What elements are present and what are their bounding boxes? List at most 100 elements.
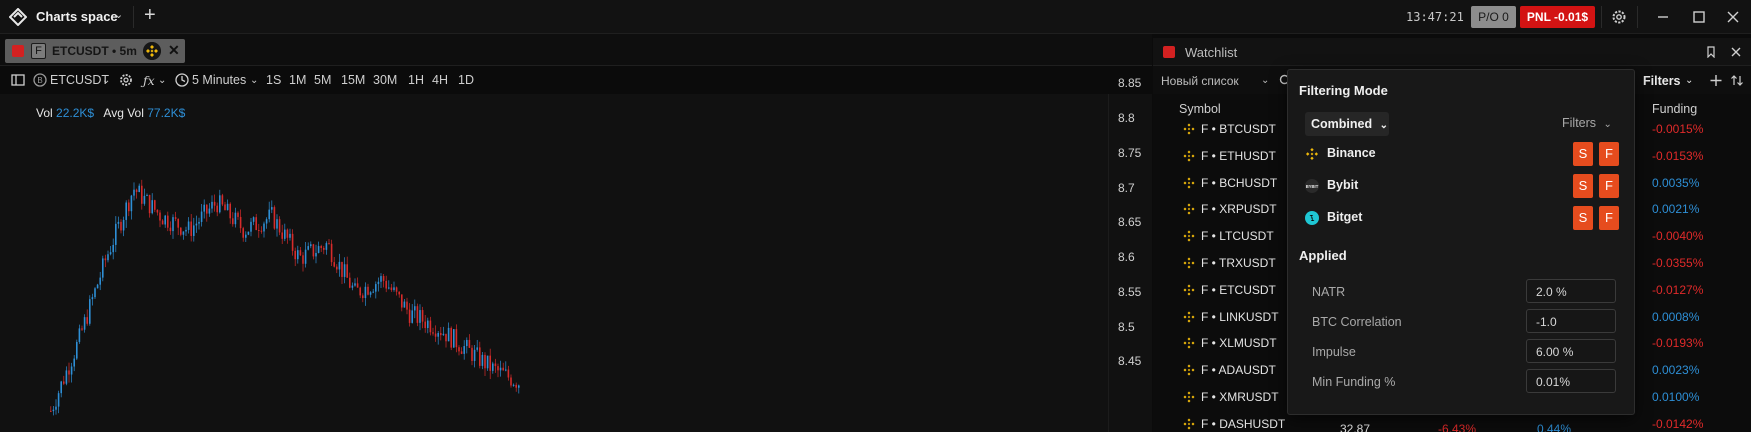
candle-body xyxy=(499,367,502,371)
chevron-down-icon[interactable]: ⌄ xyxy=(158,75,166,86)
candle-body xyxy=(359,287,361,296)
timeframe-15m[interactable]: 15M xyxy=(341,73,365,87)
binance-icon xyxy=(1183,203,1195,215)
mode-dropdown[interactable]: Combined ⌄ xyxy=(1305,112,1389,136)
candle-body xyxy=(364,286,367,299)
candle-body xyxy=(432,332,434,334)
futures-toggle-button[interactable]: F xyxy=(1599,174,1619,198)
candle-body xyxy=(185,229,187,232)
candle-body xyxy=(250,221,252,232)
candle-body xyxy=(172,217,174,232)
timeframe-1s[interactable]: 1S xyxy=(266,73,281,87)
sidebar-toggle-icon[interactable] xyxy=(10,72,26,88)
candle-body xyxy=(393,287,395,291)
svg-text:B: B xyxy=(37,76,42,85)
candle-body xyxy=(190,221,192,236)
sort-icon[interactable] xyxy=(1730,74,1744,87)
futures-toggle-button[interactable]: F xyxy=(1599,142,1619,166)
price-tick-label: 8.75 xyxy=(1118,145,1142,160)
candle-body xyxy=(265,219,268,224)
filter-popup: Filtering Mode Combined ⌄ Filters ⌄ Bina… xyxy=(1287,69,1635,415)
indicators-icon[interactable]: ƒx xyxy=(143,73,155,88)
chevron-down-icon[interactable]: ⌄ xyxy=(1685,75,1693,86)
binance-icon xyxy=(1183,177,1195,189)
candle-body xyxy=(268,209,270,220)
candle-body xyxy=(455,329,458,348)
interval-selector[interactable]: 5 Minutes xyxy=(192,73,246,87)
impulse-field[interactable]: 6.00 % xyxy=(1526,339,1616,363)
timeframe-1h[interactable]: 1H xyxy=(408,73,424,87)
candle-body xyxy=(518,385,520,388)
chevron-down-icon[interactable]: ⌄ xyxy=(114,8,123,21)
list-selector[interactable]: Новый список xyxy=(1161,74,1239,88)
chart-tab[interactable]: F ETCUSDT • 5m ✕ xyxy=(5,39,185,63)
chevron-down-icon[interactable]: ⌄ xyxy=(1261,75,1269,86)
timeframe-1d[interactable]: 1D xyxy=(458,73,474,87)
row-symbol: F • XLMUSDT xyxy=(1201,336,1277,351)
candle-body xyxy=(343,264,346,277)
timeframe-5m[interactable]: 5M xyxy=(314,73,331,87)
symbol-selector[interactable]: ETCUSDT xyxy=(50,73,109,87)
spot-toggle-button[interactable]: S xyxy=(1573,142,1593,166)
candle-body xyxy=(52,409,55,412)
candle-body xyxy=(107,254,109,261)
candle-body xyxy=(440,333,442,336)
candle-body xyxy=(333,262,335,267)
candle-body xyxy=(63,381,65,384)
candle-body xyxy=(200,211,203,222)
price-chart[interactable]: Vol 22.2K$ Avg Vol 77.2K$ 8.85 8.8 8.75 8.7… xyxy=(0,76,1152,432)
btc-correlation-field[interactable]: -1.0 xyxy=(1526,309,1616,333)
row-symbol: F • LTCUSDT xyxy=(1201,229,1274,244)
bookmark-icon[interactable] xyxy=(1705,46,1717,58)
price-tick-label: 8.6 xyxy=(1118,250,1135,264)
filters-dropdown[interactable]: Filters ⌄ xyxy=(1562,116,1612,130)
close-icon[interactable] xyxy=(1730,46,1742,58)
spot-toggle-button[interactable]: S xyxy=(1573,206,1593,230)
applied-filter-min-funding: Min Funding % 0.01% xyxy=(1312,369,1622,395)
candle-body xyxy=(148,194,151,214)
col-header-symbol[interactable]: Symbol xyxy=(1179,102,1221,116)
candle-body xyxy=(419,310,421,323)
add-space-button[interactable]: + xyxy=(144,5,156,25)
pnl-badge[interactable]: PNL -0.01$ xyxy=(1520,6,1595,28)
candle-body xyxy=(289,233,291,238)
space-title[interactable]: Charts space xyxy=(36,9,118,24)
candle-body xyxy=(156,209,159,213)
futures-toggle-button[interactable]: F xyxy=(1599,206,1619,230)
candle-body xyxy=(307,246,309,250)
candle-body xyxy=(406,301,408,310)
timeframe-30m[interactable]: 30M xyxy=(373,73,397,87)
col-header-funding[interactable]: Funding xyxy=(1652,102,1697,116)
candle-body xyxy=(317,246,320,253)
timeframe-1m[interactable]: 1M xyxy=(289,73,306,87)
tab-color-marker xyxy=(12,45,24,57)
applied-filter-impulse: Impulse 6.00 % xyxy=(1312,339,1622,365)
timeframe-4h[interactable]: 4H xyxy=(432,73,448,87)
filters-button[interactable]: Filters xyxy=(1643,74,1681,88)
binance-icon xyxy=(1183,150,1195,162)
candle-body xyxy=(224,204,226,211)
natr-field[interactable]: 2.0 % xyxy=(1526,279,1616,303)
maximize-icon[interactable] xyxy=(1684,6,1714,28)
chevron-down-icon[interactable]: ⌄ xyxy=(250,75,258,86)
bybit-icon: BYBIT xyxy=(1305,179,1319,193)
candle-body xyxy=(216,205,218,213)
candle-body xyxy=(507,369,510,378)
settings-icon[interactable] xyxy=(118,72,134,88)
applied-filter-btc-correlation: BTC Correlation -1.0 xyxy=(1312,309,1622,335)
row-funding: 0.0023% xyxy=(1652,363,1700,378)
gear-icon[interactable] xyxy=(1611,9,1627,25)
candle-body xyxy=(424,321,426,329)
chevron-down-icon[interactable]: ⌄ xyxy=(102,75,110,86)
tab-close-icon[interactable]: ✕ xyxy=(168,42,180,59)
spot-toggle-button[interactable]: S xyxy=(1573,174,1593,198)
candle-body xyxy=(460,351,463,354)
min-funding-field[interactable]: 0.01% xyxy=(1526,369,1616,393)
candle-body xyxy=(403,301,406,308)
plus-icon[interactable] xyxy=(1709,74,1723,87)
close-icon[interactable] xyxy=(1718,6,1748,28)
bitget-icon xyxy=(1305,211,1319,225)
po-badge[interactable]: P/O 0 xyxy=(1471,6,1516,28)
minimize-icon[interactable] xyxy=(1648,6,1678,28)
candle-body xyxy=(278,219,281,233)
